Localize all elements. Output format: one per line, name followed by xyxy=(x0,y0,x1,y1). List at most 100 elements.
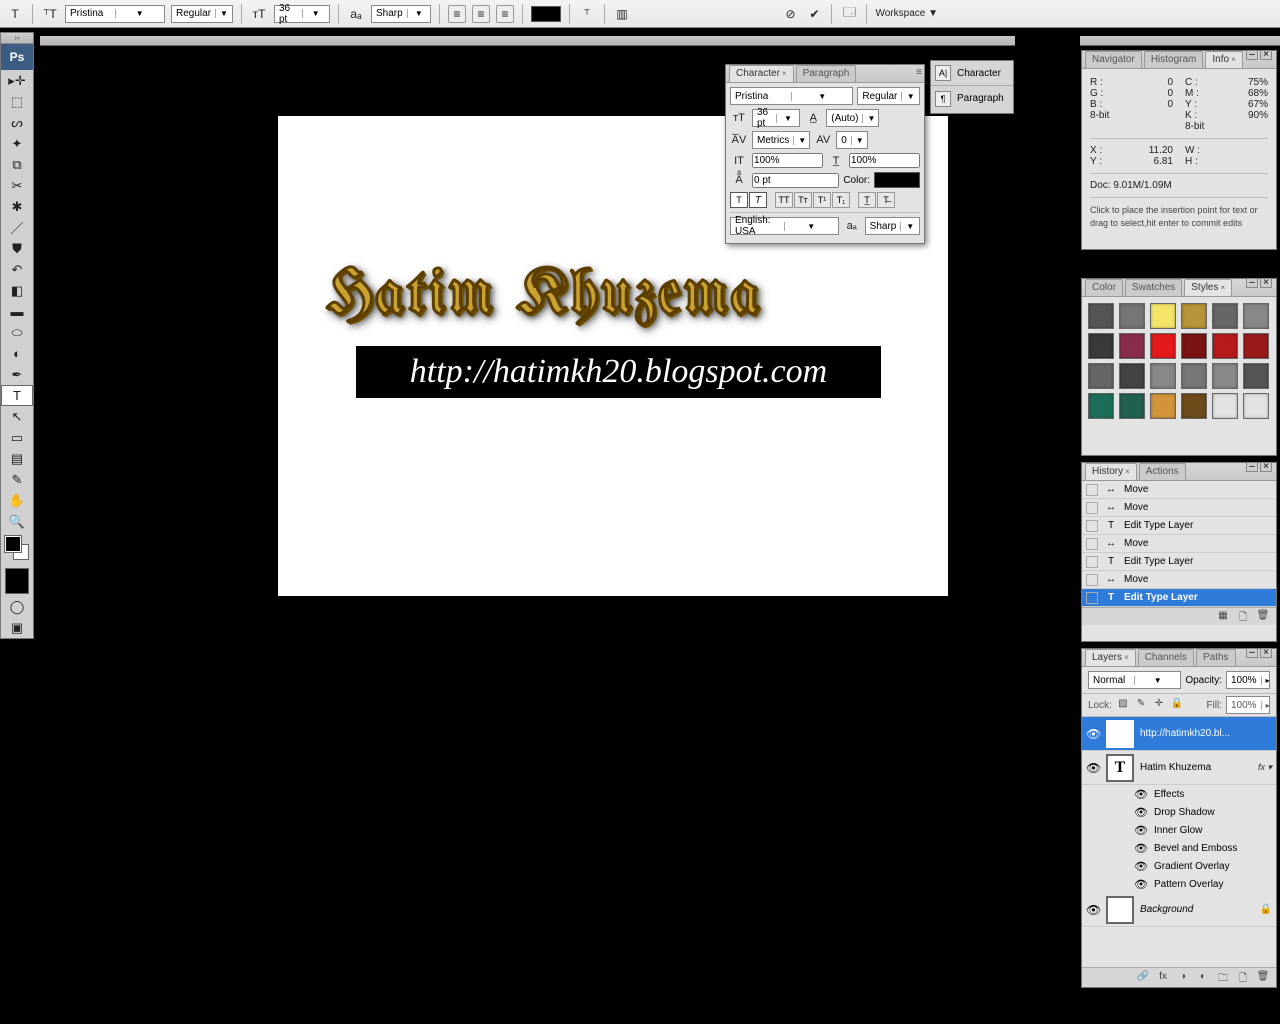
tab-history[interactable]: History× xyxy=(1085,463,1137,480)
move-tool[interactable]: ▸✛ xyxy=(1,70,33,91)
tab-color[interactable]: Color xyxy=(1085,279,1123,296)
char-size-select[interactable]: 36 pt▼ xyxy=(752,109,800,127)
superscript-icon[interactable]: T¹ xyxy=(813,192,831,208)
lasso-tool[interactable]: ᔕ xyxy=(1,112,33,133)
eraser-tool[interactable]: ◧ xyxy=(1,280,33,301)
color-picker[interactable] xyxy=(1,532,33,566)
history-brush-tool[interactable]: ↶ xyxy=(1,259,33,280)
history-snapshot-icon[interactable]: ▦ xyxy=(1216,610,1230,624)
allcaps-icon[interactable]: TT xyxy=(775,192,793,208)
char-aa-select[interactable]: Sharp▼ xyxy=(865,217,920,235)
style-swatch[interactable] xyxy=(1088,303,1114,329)
char-hscale-input[interactable] xyxy=(849,153,920,168)
style-swatch[interactable] xyxy=(1243,303,1269,329)
screen-mode-tool[interactable]: ▣ xyxy=(1,617,33,638)
style-swatch[interactable] xyxy=(1119,303,1145,329)
blend-mode-select[interactable]: Normal▼ xyxy=(1088,671,1181,689)
tab-channels[interactable]: Channels xyxy=(1138,649,1194,666)
style-swatch[interactable] xyxy=(1181,363,1207,389)
tab-actions[interactable]: Actions xyxy=(1139,463,1186,480)
style-swatch[interactable] xyxy=(1212,363,1238,389)
strikethrough-icon[interactable]: T̶ xyxy=(877,192,895,208)
align-right-icon[interactable]: ≡ xyxy=(496,5,514,23)
toggle-panels-icon[interactable]: ▥ xyxy=(613,5,631,23)
screen-mode-icon[interactable]: 🗔 xyxy=(840,5,858,23)
style-swatch[interactable] xyxy=(1181,333,1207,359)
history-item[interactable]: ↔Move xyxy=(1082,535,1276,553)
style-swatch[interactable] xyxy=(1088,393,1114,419)
gradient-tool[interactable]: ▬ xyxy=(1,301,33,322)
visibility-icon[interactable]: 👁 xyxy=(1086,727,1100,741)
para-dock-icon[interactable]: ¶ xyxy=(935,91,951,107)
char-dock-icon[interactable]: A| xyxy=(935,65,951,81)
layer-row[interactable]: 👁THatim Khuzemafx ▾ xyxy=(1082,751,1276,785)
char-tracking-select[interactable]: 0▼ xyxy=(836,131,868,149)
commit-icon[interactable]: ✔ xyxy=(805,5,823,23)
notes-tool[interactable]: ▤ xyxy=(1,448,33,469)
stamp-tool[interactable]: ⛊ xyxy=(1,238,33,259)
align-center-icon[interactable]: ≡ xyxy=(472,5,490,23)
style-swatch[interactable] xyxy=(1088,363,1114,389)
quick-mask-icon[interactable]: ◯ xyxy=(1,596,33,617)
layer-row[interactable]: 👁Thttp://hatimkh20.bl... xyxy=(1082,717,1276,751)
warp-text-icon[interactable]: ⸆ xyxy=(578,5,596,23)
path-tool[interactable]: ↖ xyxy=(1,406,33,427)
link-layers-icon[interactable]: 🔗 xyxy=(1136,971,1150,985)
delete-layer-icon[interactable]: 🗑 xyxy=(1256,971,1270,985)
hand-tool[interactable]: ✋ xyxy=(1,490,33,511)
char-kerning-select[interactable]: Metrics▼ xyxy=(752,131,810,149)
style-swatch[interactable] xyxy=(1212,303,1238,329)
language-select[interactable]: English: USA▼ xyxy=(730,217,839,235)
subscript-icon[interactable]: T₁ xyxy=(832,192,850,208)
align-left-icon[interactable]: ≡ xyxy=(448,5,466,23)
history-item[interactable]: TEdit Type Layer xyxy=(1082,517,1276,535)
antialias-select[interactable]: Sharp▼ xyxy=(371,5,431,23)
history-item[interactable]: TEdit Type Layer xyxy=(1082,589,1276,607)
history-delete-icon[interactable]: 🗑 xyxy=(1256,610,1270,624)
tab-info[interactable]: Info× xyxy=(1205,51,1242,68)
style-swatch[interactable] xyxy=(1088,333,1114,359)
underline-icon[interactable]: T̲ xyxy=(858,192,876,208)
layer-effect[interactable]: 👁Drop Shadow xyxy=(1082,803,1276,821)
layer-effect[interactable]: 👁Pattern Overlay xyxy=(1082,875,1276,893)
wand-tool[interactable]: ✦ xyxy=(1,133,33,154)
opacity-input[interactable]: 100%▸ xyxy=(1226,671,1270,689)
history-new-icon[interactable]: 🗋 xyxy=(1236,610,1250,624)
history-item[interactable]: TEdit Type Layer xyxy=(1082,553,1276,571)
tab-paths[interactable]: Paths xyxy=(1196,649,1236,666)
style-swatch[interactable] xyxy=(1119,333,1145,359)
new-layer-icon[interactable]: 🗋 xyxy=(1236,971,1250,985)
style-swatch[interactable] xyxy=(1243,363,1269,389)
tab-paragraph[interactable]: Paragraph xyxy=(796,65,857,82)
char-dock-label[interactable]: Character xyxy=(957,68,1001,79)
tab-histogram[interactable]: Histogram xyxy=(1144,51,1204,68)
style-swatch[interactable] xyxy=(1243,333,1269,359)
layer-row-background[interactable]: 👁Background🔒 xyxy=(1082,893,1276,927)
slice-tool[interactable]: ✂ xyxy=(1,175,33,196)
style-swatch[interactable] xyxy=(1150,333,1176,359)
fx-icon[interactable]: fx xyxy=(1156,971,1170,985)
para-dock-label[interactable]: Paragraph xyxy=(957,93,1004,104)
group-icon[interactable]: 🗀 xyxy=(1216,971,1230,985)
url-text-layer[interactable]: http://hatimkh20.blogspot.com xyxy=(356,346,881,398)
style-swatch[interactable] xyxy=(1181,303,1207,329)
lock-all-icon[interactable]: 🔒 xyxy=(1170,698,1184,712)
mask-icon[interactable]: ◑ xyxy=(1176,971,1190,985)
lock-transparency-icon[interactable]: ▧ xyxy=(1116,698,1130,712)
healing-tool[interactable]: ✱ xyxy=(1,196,33,217)
tab-navigator[interactable]: Navigator xyxy=(1085,51,1142,68)
eyedropper-tool[interactable]: ✎ xyxy=(1,469,33,490)
faux-bold-icon[interactable]: T xyxy=(730,192,748,208)
char-baseline-input[interactable] xyxy=(752,173,839,188)
shape-tool[interactable]: ▭ xyxy=(1,427,33,448)
tab-styles[interactable]: Styles× xyxy=(1184,279,1232,296)
tab-swatches[interactable]: Swatches xyxy=(1125,279,1182,296)
font-family-select[interactable]: Pristina▼ xyxy=(65,5,165,23)
type-tool[interactable]: T xyxy=(1,385,33,406)
tab-character[interactable]: Character× xyxy=(729,65,794,82)
fill-input[interactable]: 100%▸ xyxy=(1226,696,1270,714)
brush-tool[interactable]: ／ xyxy=(1,217,33,238)
zoom-tool[interactable]: 🔍 xyxy=(1,511,33,532)
adjustment-icon[interactable]: ◐ xyxy=(1196,971,1210,985)
style-swatch[interactable] xyxy=(1119,363,1145,389)
